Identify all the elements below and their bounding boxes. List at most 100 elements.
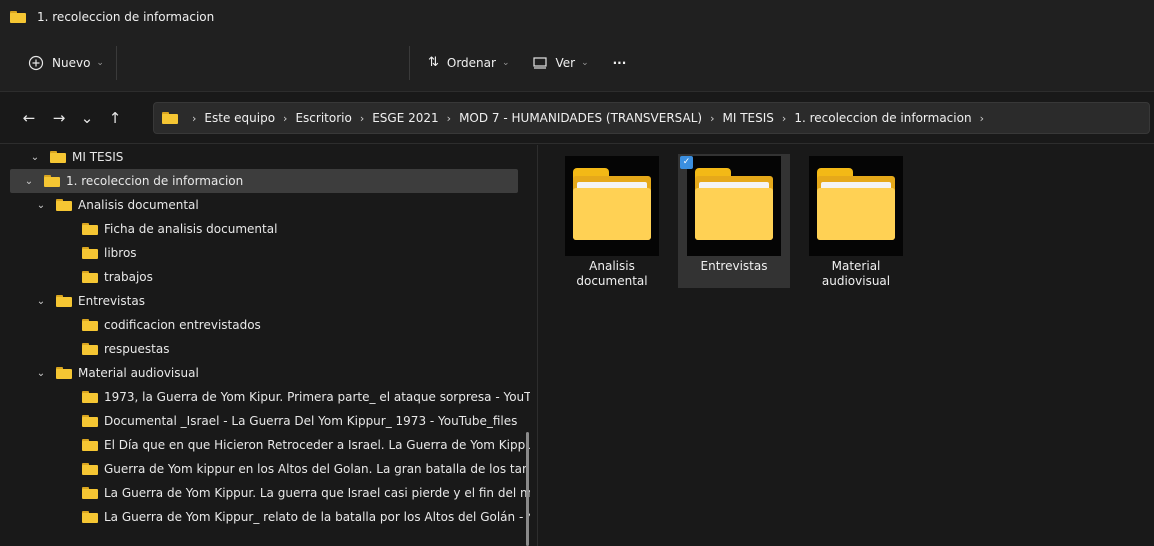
breadcrumb-item[interactable]: ESGE 2021 xyxy=(372,111,438,125)
folder-tile[interactable]: Material audiovisual xyxy=(800,154,912,288)
folder-name-line: Material xyxy=(831,259,881,273)
view-button[interactable]: Ver ⌄ xyxy=(523,46,598,80)
tree-item[interactable]: respuestas xyxy=(10,337,169,361)
breadcrumb-chevron-icon[interactable]: › xyxy=(360,112,364,125)
forward-arrow-icon: → xyxy=(52,108,66,127)
navigation-scrollbar[interactable] xyxy=(526,432,529,546)
tree-item[interactable]: La Guerra de Yom Kippur. La guerra que I… xyxy=(10,481,530,505)
tree-item-label: codificacion entrevistados xyxy=(104,318,261,332)
title-bar: 1. recoleccion de informacion xyxy=(0,0,1154,34)
tree-item-label: Entrevistas xyxy=(78,294,145,308)
breadcrumb-chevron-icon[interactable]: › xyxy=(782,112,786,125)
chevron-down-icon[interactable]: ⌄ xyxy=(22,176,36,187)
checkbox-checked-icon[interactable]: ✓ xyxy=(680,156,693,169)
more-options-button[interactable]: ··· xyxy=(603,46,637,80)
tree-item[interactable]: trabajos xyxy=(10,265,153,289)
folder-icon xyxy=(56,199,72,211)
tree-item[interactable]: 1973, la Guerra de Yom Kipur. Primera pa… xyxy=(10,385,530,409)
chevron-down-icon: ⌄ xyxy=(581,57,589,68)
tree-item[interactable]: La Guerra de Yom Kippur_ relato de la ba… xyxy=(10,505,530,529)
chevron-down-icon: ⌄ xyxy=(501,57,510,68)
forward-button[interactable]: → xyxy=(46,103,72,133)
plus-circle-icon xyxy=(28,55,44,70)
folder-icon xyxy=(817,168,895,240)
folder-name-line: audiovisual xyxy=(821,274,891,288)
tree-item-label: Ficha de analisis documental xyxy=(104,222,278,236)
folder-icon xyxy=(82,415,98,427)
folder-name: Material audiovisual xyxy=(800,259,912,289)
tree-item-label: trabajos xyxy=(104,270,153,284)
new-label: Nuevo xyxy=(52,55,91,70)
folder-name-line: Analisis xyxy=(589,259,635,273)
sort-icon: ⇅ xyxy=(427,55,439,70)
new-button[interactable]: Nuevo ⌄ xyxy=(18,46,114,80)
breadcrumb-chevron-icon[interactable]: › xyxy=(447,112,451,125)
folder-icon xyxy=(82,271,98,283)
folder-tile[interactable]: Analisis documental xyxy=(556,154,668,288)
tree-item[interactable]: codificacion entrevistados xyxy=(10,313,261,337)
folder-name: Entrevistas xyxy=(678,259,790,274)
navigation-pane: ⌄ MI TESIS ⌄ 1. recoleccion de informacion ⌄… xyxy=(0,145,530,546)
tree-item[interactable]: Documental _Israel - La Guerra Del Yom K… xyxy=(10,409,517,433)
more-icon: ··· xyxy=(612,55,627,70)
folder-thumbnail xyxy=(687,156,781,256)
breadcrumb-item[interactable]: MI TESIS xyxy=(723,111,774,125)
breadcrumb-item[interactable]: MOD 7 - HUMANIDADES (TRANSVERSAL) xyxy=(459,111,702,125)
breadcrumb-chevron-icon[interactable]: › xyxy=(710,112,714,125)
folder-icon xyxy=(82,463,98,475)
tree-item[interactable]: libros xyxy=(10,241,137,265)
breadcrumb-item[interactable]: 1. recoleccion de informacion xyxy=(794,111,971,125)
folder-icon xyxy=(82,439,98,451)
chevron-down-icon[interactable]: ⌄ xyxy=(28,152,42,163)
tree-item[interactable]: Ficha de analisis documental xyxy=(10,217,277,241)
breadcrumb-chevron-icon[interactable]: › xyxy=(192,112,196,125)
view-label: Ver xyxy=(555,55,576,70)
recent-locations-button[interactable]: ⌄ xyxy=(74,103,100,133)
breadcrumb-chevron-icon[interactable]: › xyxy=(283,112,287,125)
tree-item[interactable]: Guerra de Yom kippur en los Altos del Go… xyxy=(10,457,530,481)
folder-icon xyxy=(573,168,651,240)
up-button[interactable]: ↑ xyxy=(102,103,128,133)
address-bar[interactable]: › Este equipo › Escritorio › ESGE 2021 › MOD 7 … xyxy=(153,102,1150,134)
folder-icon xyxy=(82,247,98,259)
tree-item[interactable]: ⌄ MI TESIS xyxy=(10,145,124,169)
file-list: Analisis documental ✓ Entrevistas Material au… xyxy=(538,145,1154,546)
folder-thumbnail xyxy=(809,156,903,256)
chevron-down-icon: ⌄ xyxy=(96,57,104,68)
folder-icon xyxy=(82,343,98,355)
back-arrow-icon: ← xyxy=(22,108,36,127)
breadcrumb-item[interactable]: Escritorio xyxy=(295,111,351,125)
tree-item-label: Analisis documental xyxy=(78,198,199,212)
tree-item-label: La Guerra de Yom Kippur_ relato de la ba… xyxy=(104,510,530,524)
tree-item[interactable]: ⌄ 1. recoleccion de informacion xyxy=(10,169,518,193)
tree-item-label: La Guerra de Yom Kippur. La guerra que I… xyxy=(104,486,530,500)
tree-item[interactable]: El Día que en que Hicieron Retroceder a … xyxy=(10,433,530,457)
tree-item-label: Material audiovisual xyxy=(78,366,199,380)
chevron-down-icon[interactable]: ⌄ xyxy=(34,368,48,379)
chevron-down-icon[interactable]: ⌄ xyxy=(34,200,48,211)
folder-icon xyxy=(82,511,98,523)
tree-item[interactable]: ⌄ Entrevistas xyxy=(10,289,145,313)
tree-item-label: El Día que en que Hicieron Retroceder a … xyxy=(104,438,530,452)
tree-item[interactable]: ⌄ Material audiovisual xyxy=(10,361,199,385)
window-title: 1. recoleccion de informacion xyxy=(37,10,215,24)
up-arrow-icon: ↑ xyxy=(108,108,122,127)
folder-icon xyxy=(82,391,98,403)
breadcrumb-item[interactable]: Este equipo xyxy=(204,111,275,125)
tree-item[interactable]: ⌄ Analisis documental xyxy=(10,193,199,217)
tree-item-label: 1973, la Guerra de Yom Kipur. Primera pa… xyxy=(104,390,530,404)
tree-item-label: respuestas xyxy=(104,342,170,356)
breadcrumb-chevron-icon[interactable]: › xyxy=(980,112,984,125)
chevron-down-icon[interactable]: ⌄ xyxy=(34,296,48,307)
tree-item-label: Guerra de Yom kippur en los Altos del Go… xyxy=(104,462,530,476)
toolbar-divider xyxy=(408,45,410,80)
sort-label: Ordenar xyxy=(446,55,496,70)
sort-button[interactable]: ⇅ Ordenar ⌄ xyxy=(418,46,520,80)
tree-item-label: 1. recoleccion de informacion xyxy=(66,174,244,188)
folder-icon xyxy=(10,11,26,23)
folder-icon xyxy=(56,367,72,379)
toolbar-divider xyxy=(115,45,117,80)
tree-item-label: libros xyxy=(104,246,137,260)
back-button[interactable]: ← xyxy=(16,103,42,133)
folder-tile[interactable]: ✓ Entrevistas xyxy=(678,154,790,288)
